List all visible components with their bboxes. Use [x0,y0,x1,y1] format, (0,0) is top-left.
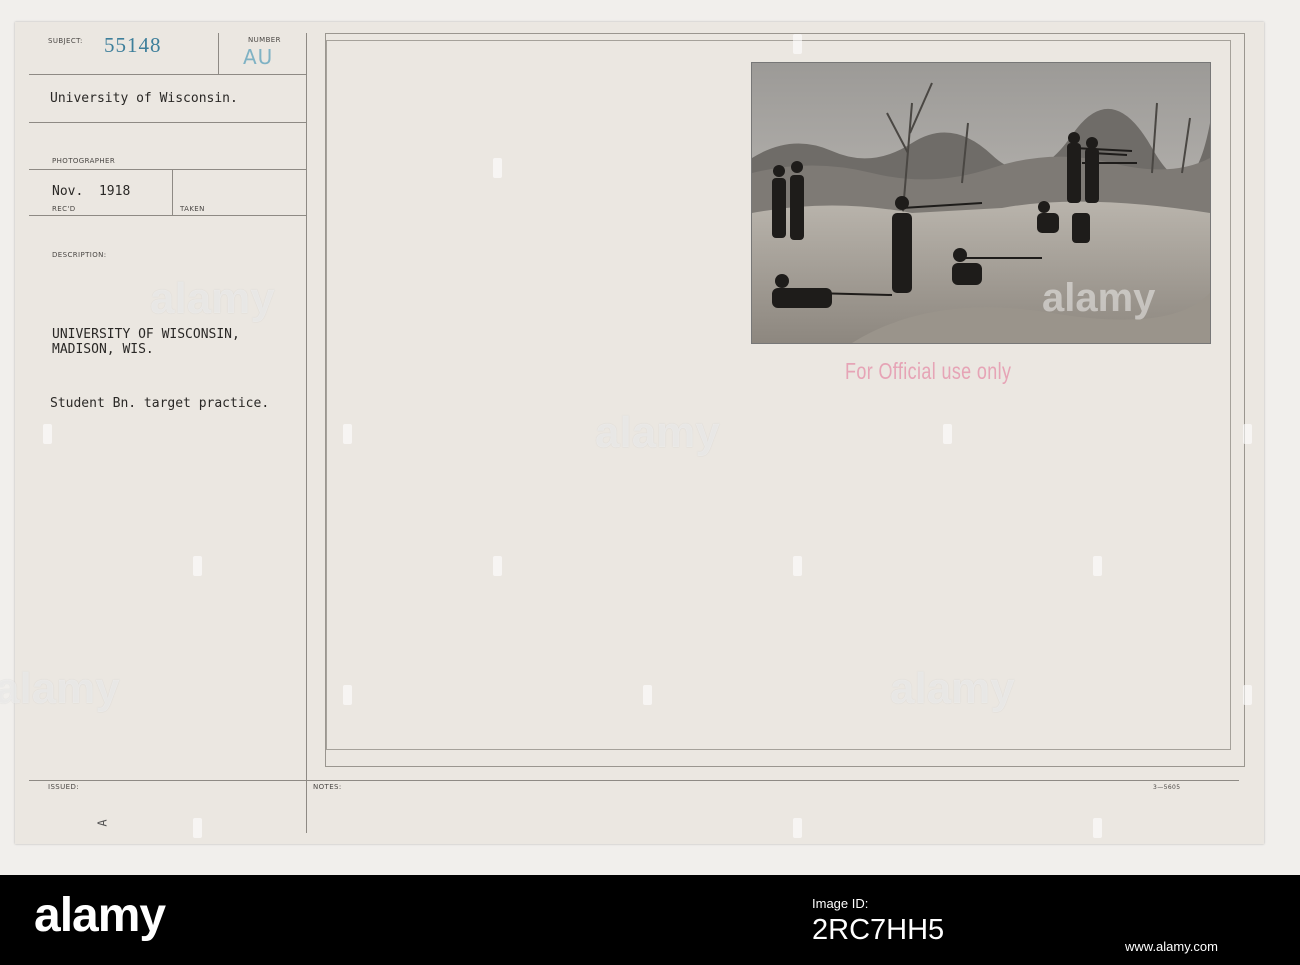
number-label: NUMBER [248,36,281,44]
official-use-stamp: For Official use only [845,358,1012,384]
description-line-3: Student Bn. target practice. [50,396,270,411]
watermark-mark-10 [643,685,652,705]
bottom-rule [29,780,1239,781]
watermark-mark-5 [193,556,202,576]
subject-number: 55148 [104,33,162,57]
watermark-mark-1 [43,424,52,444]
header-rule-3 [29,169,307,170]
watermark-mark-12 [493,158,502,178]
taken-label: TAKEN [180,205,205,213]
footer-banner [0,875,1300,965]
watermark-mark-6 [493,556,502,576]
notes-label: NOTES: [313,783,342,791]
photographer-label: PHOTOGRAPHER [52,157,116,165]
watermark-mark-2 [343,424,352,444]
watermark-mark-13 [793,34,802,54]
image-id: 2RC7HH5 [812,914,945,946]
watermark-mark-9 [343,685,352,705]
description-label: DESCRIPTION: [52,251,107,259]
subject-title: University of Wisconsin. [50,91,238,106]
alamy-url[interactable]: www.alamy.com [1125,939,1218,954]
recd-taken-divider [172,169,173,215]
image-id-label: Image ID: [812,896,869,911]
left-column-divider [306,33,307,833]
watermark-mark-8 [1093,556,1102,576]
issued-label: ISSUED: [48,783,80,791]
watermark-left: alamy [150,274,275,323]
alamy-logo: alamy [34,889,166,942]
watermark-mark-14 [193,818,202,838]
recd-label: REC'D [52,205,76,213]
watermark-mark-7 [793,556,802,576]
photo-watermark: alamy [1042,276,1156,320]
header-rule-2 [29,122,307,123]
issued-mark: A [95,819,110,827]
watermark-edge-left: alamy [0,664,120,713]
photo-image: alamy [752,63,1210,343]
watermark-mark-15 [793,818,802,838]
watermark-mark-3 [943,424,952,444]
form-number: 3—5605 [1153,784,1181,791]
description-line-2: MADISON, WIS. [52,342,154,357]
watermark-mark-11 [1243,685,1252,705]
description-line-1: UNIVERSITY OF WISCONSIN, [52,327,240,342]
subject-label: SUBJECT: [48,37,83,45]
target-practice-photo: alamy [751,62,1211,344]
header-rule-1 [29,74,307,75]
recd-value: Nov. 1918 [52,184,131,199]
watermark-mark-4 [1243,424,1252,444]
watermark-center: alamy [595,408,720,457]
watermark-right: alamy [890,664,1015,713]
subject-number-divider [218,33,219,75]
number-value: AU [243,45,274,69]
header-rule-4 [29,215,307,216]
watermark-mark-16 [1093,818,1102,838]
